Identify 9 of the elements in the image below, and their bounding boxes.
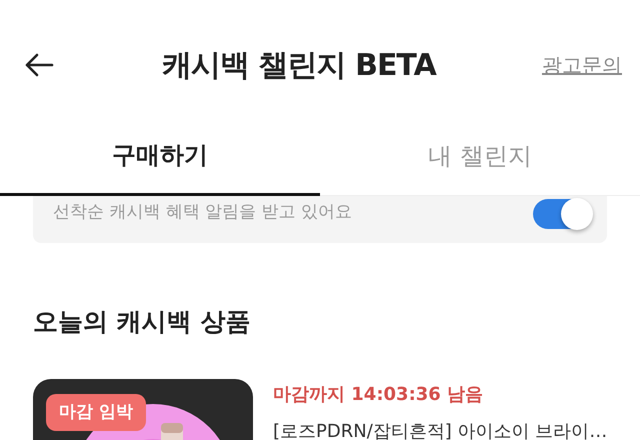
countdown-text: 마감까지 14:03:36 남음: [273, 382, 484, 406]
back-arrow-icon: [24, 53, 54, 77]
notification-text: 선착순 캐시백 혜택 알림을 받고 있어요: [53, 200, 352, 224]
ad-inquiry-link[interactable]: 광고문의: [542, 50, 622, 80]
page-title: 캐시백 챌린지 BETA: [162, 46, 436, 84]
product-name[interactable]: [로즈PDRN/잡티흔적] 아이소이 브라이…: [273, 418, 608, 440]
section-title: 오늘의 캐시백 상품: [33, 306, 252, 338]
deadline-badge: 마감 임박: [46, 394, 146, 431]
toggle-switch[interactable]: [533, 198, 591, 228]
